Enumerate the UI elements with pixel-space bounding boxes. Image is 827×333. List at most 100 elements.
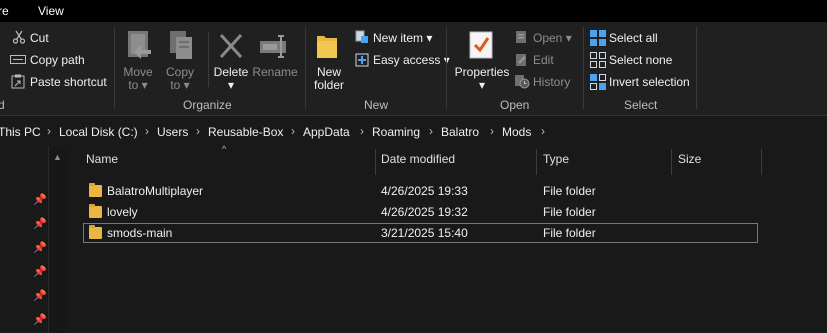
column-header-date-modified[interactable]: Date modified <box>381 152 455 166</box>
edit-button[interactable]: Edit <box>533 53 554 67</box>
edit-icon <box>515 53 529 67</box>
breadcrumb-separator: › <box>196 124 200 138</box>
column-divider[interactable] <box>536 149 537 175</box>
new-folder-button[interactable]: New folder <box>311 66 347 92</box>
new-item-icon <box>355 30 369 44</box>
tab-view[interactable]: View <box>38 4 64 18</box>
column-header-type[interactable]: Type <box>543 152 569 166</box>
organize-group-label: Organize <box>183 98 232 112</box>
column-divider[interactable] <box>375 149 376 175</box>
tab-share[interactable]: re <box>0 4 9 18</box>
new-item-label: New item <box>373 31 424 45</box>
breadcrumb-local-disk[interactable]: Local Disk (C:) <box>59 125 138 139</box>
folder-icon <box>89 183 102 197</box>
breadcrumb-separator: › <box>429 124 433 138</box>
move-to-icon <box>125 30 153 64</box>
invert-selection-icon <box>590 74 606 90</box>
file-date: 3/21/2025 15:40 <box>381 226 468 240</box>
open-button[interactable]: Open ▾ <box>533 31 572 45</box>
breadcrumb-mods[interactable]: Mods <box>502 125 531 139</box>
new-folder-label-line1: New <box>316 65 341 79</box>
rename-button[interactable]: Rename <box>252 66 298 79</box>
navigation-pane: ▲ 📌 📌 📌 📌 📌 📌 <box>0 146 66 333</box>
open-label: Open <box>533 31 563 45</box>
breadcrumb-separator: › <box>47 124 51 138</box>
new-folder-label-line2: folder <box>313 78 345 92</box>
column-divider[interactable] <box>761 149 762 175</box>
copy-path-button[interactable]: Copy path <box>30 53 85 67</box>
copy-to-label-line2: to <box>170 78 181 92</box>
file-name: BalatroMultiplayer <box>107 184 204 198</box>
file-type: File folder <box>543 205 596 219</box>
nav-scrollbar[interactable]: ▲ <box>48 146 66 333</box>
ribbon: Cut Copy path Paste shortcut d Move to ▾… <box>0 22 827 116</box>
pin-icon: 📌 <box>33 242 47 254</box>
open-group-label: Open <box>500 98 530 112</box>
file-name: lovely <box>107 205 138 219</box>
breadcrumb-separator: › <box>145 124 149 138</box>
group-divider <box>583 27 584 109</box>
breadcrumb-users[interactable]: Users <box>157 125 188 139</box>
copy-to-icon <box>168 30 196 64</box>
group-divider <box>114 27 115 109</box>
invert-selection-button[interactable]: Invert selection <box>609 75 690 89</box>
menu-bar: re View <box>0 0 827 22</box>
group-divider <box>305 27 306 109</box>
history-icon <box>514 74 530 89</box>
paste-shortcut-button[interactable]: Paste shortcut <box>30 75 107 89</box>
pin-icon: 📌 <box>33 290 47 302</box>
file-name: smods-main <box>107 226 173 240</box>
cut-button[interactable]: Cut <box>30 31 49 45</box>
move-to-button[interactable]: Move to ▾ <box>121 66 155 92</box>
scroll-up-arrow-icon[interactable]: ▲ <box>53 152 62 162</box>
properties-button[interactable]: Properties ▾ <box>452 66 512 92</box>
new-item-button[interactable]: New item ▾ <box>373 31 432 45</box>
delete-label: Delete <box>213 65 249 79</box>
pin-icon: 📌 <box>33 314 47 326</box>
breadcrumb-this-pc[interactable]: This PC <box>0 125 41 139</box>
select-all-icon <box>590 30 606 46</box>
folder-icon <box>89 225 102 239</box>
file-row[interactable]: BalatroMultiplayer 4/26/2025 19:33 File … <box>83 181 758 201</box>
file-type: File folder <box>543 184 596 198</box>
paste-shortcut-icon <box>11 74 25 89</box>
delete-button[interactable]: Delete ▾ <box>212 66 250 92</box>
rename-icon <box>259 34 291 58</box>
scissors-icon <box>12 30 26 44</box>
delete-icon <box>218 32 244 60</box>
address-bar[interactable]: This PC › Local Disk (C:) › Users › Reus… <box>0 118 827 146</box>
select-group-label: Select <box>624 98 658 112</box>
column-header-size[interactable]: Size <box>678 152 701 166</box>
breadcrumb-separator: › <box>490 124 494 138</box>
group-divider <box>696 27 697 109</box>
select-none-button[interactable]: Select none <box>609 53 672 67</box>
file-date: 4/26/2025 19:33 <box>381 184 468 198</box>
copy-path-icon <box>10 53 26 65</box>
properties-label: Properties <box>454 65 510 79</box>
breadcrumb-reusable-box[interactable]: Reusable-Box <box>208 125 283 139</box>
clipboard-group-label: d <box>0 98 5 112</box>
file-row-focused[interactable]: smods-main 3/21/2025 15:40 File folder <box>83 223 758 243</box>
select-none-icon <box>590 52 606 68</box>
breadcrumb-appdata[interactable]: AppData <box>303 125 350 139</box>
column-divider[interactable] <box>671 149 672 175</box>
easy-access-icon <box>355 53 369 67</box>
file-date: 4/26/2025 19:32 <box>381 205 468 219</box>
breadcrumb-separator: › <box>360 124 364 138</box>
column-header-name[interactable]: Name <box>86 152 118 166</box>
breadcrumb-roaming[interactable]: Roaming <box>372 125 420 139</box>
pin-icon: 📌 <box>33 194 47 206</box>
new-group-label: New <box>364 98 389 112</box>
file-row[interactable]: lovely 4/26/2025 19:32 File folder <box>83 202 758 222</box>
group-divider <box>446 27 447 109</box>
new-folder-icon <box>316 32 338 60</box>
organize-divider <box>208 32 209 87</box>
easy-access-button[interactable]: Easy access ▾ <box>373 53 450 67</box>
select-all-button[interactable]: Select all <box>609 31 658 45</box>
open-icon <box>515 30 529 44</box>
copy-to-button[interactable]: Copy to ▾ <box>162 66 198 92</box>
breadcrumb-balatro[interactable]: Balatro <box>441 125 479 139</box>
pin-icon: 📌 <box>33 266 47 278</box>
pin-icon: 📌 <box>33 218 47 230</box>
history-button[interactable]: History <box>533 75 570 89</box>
